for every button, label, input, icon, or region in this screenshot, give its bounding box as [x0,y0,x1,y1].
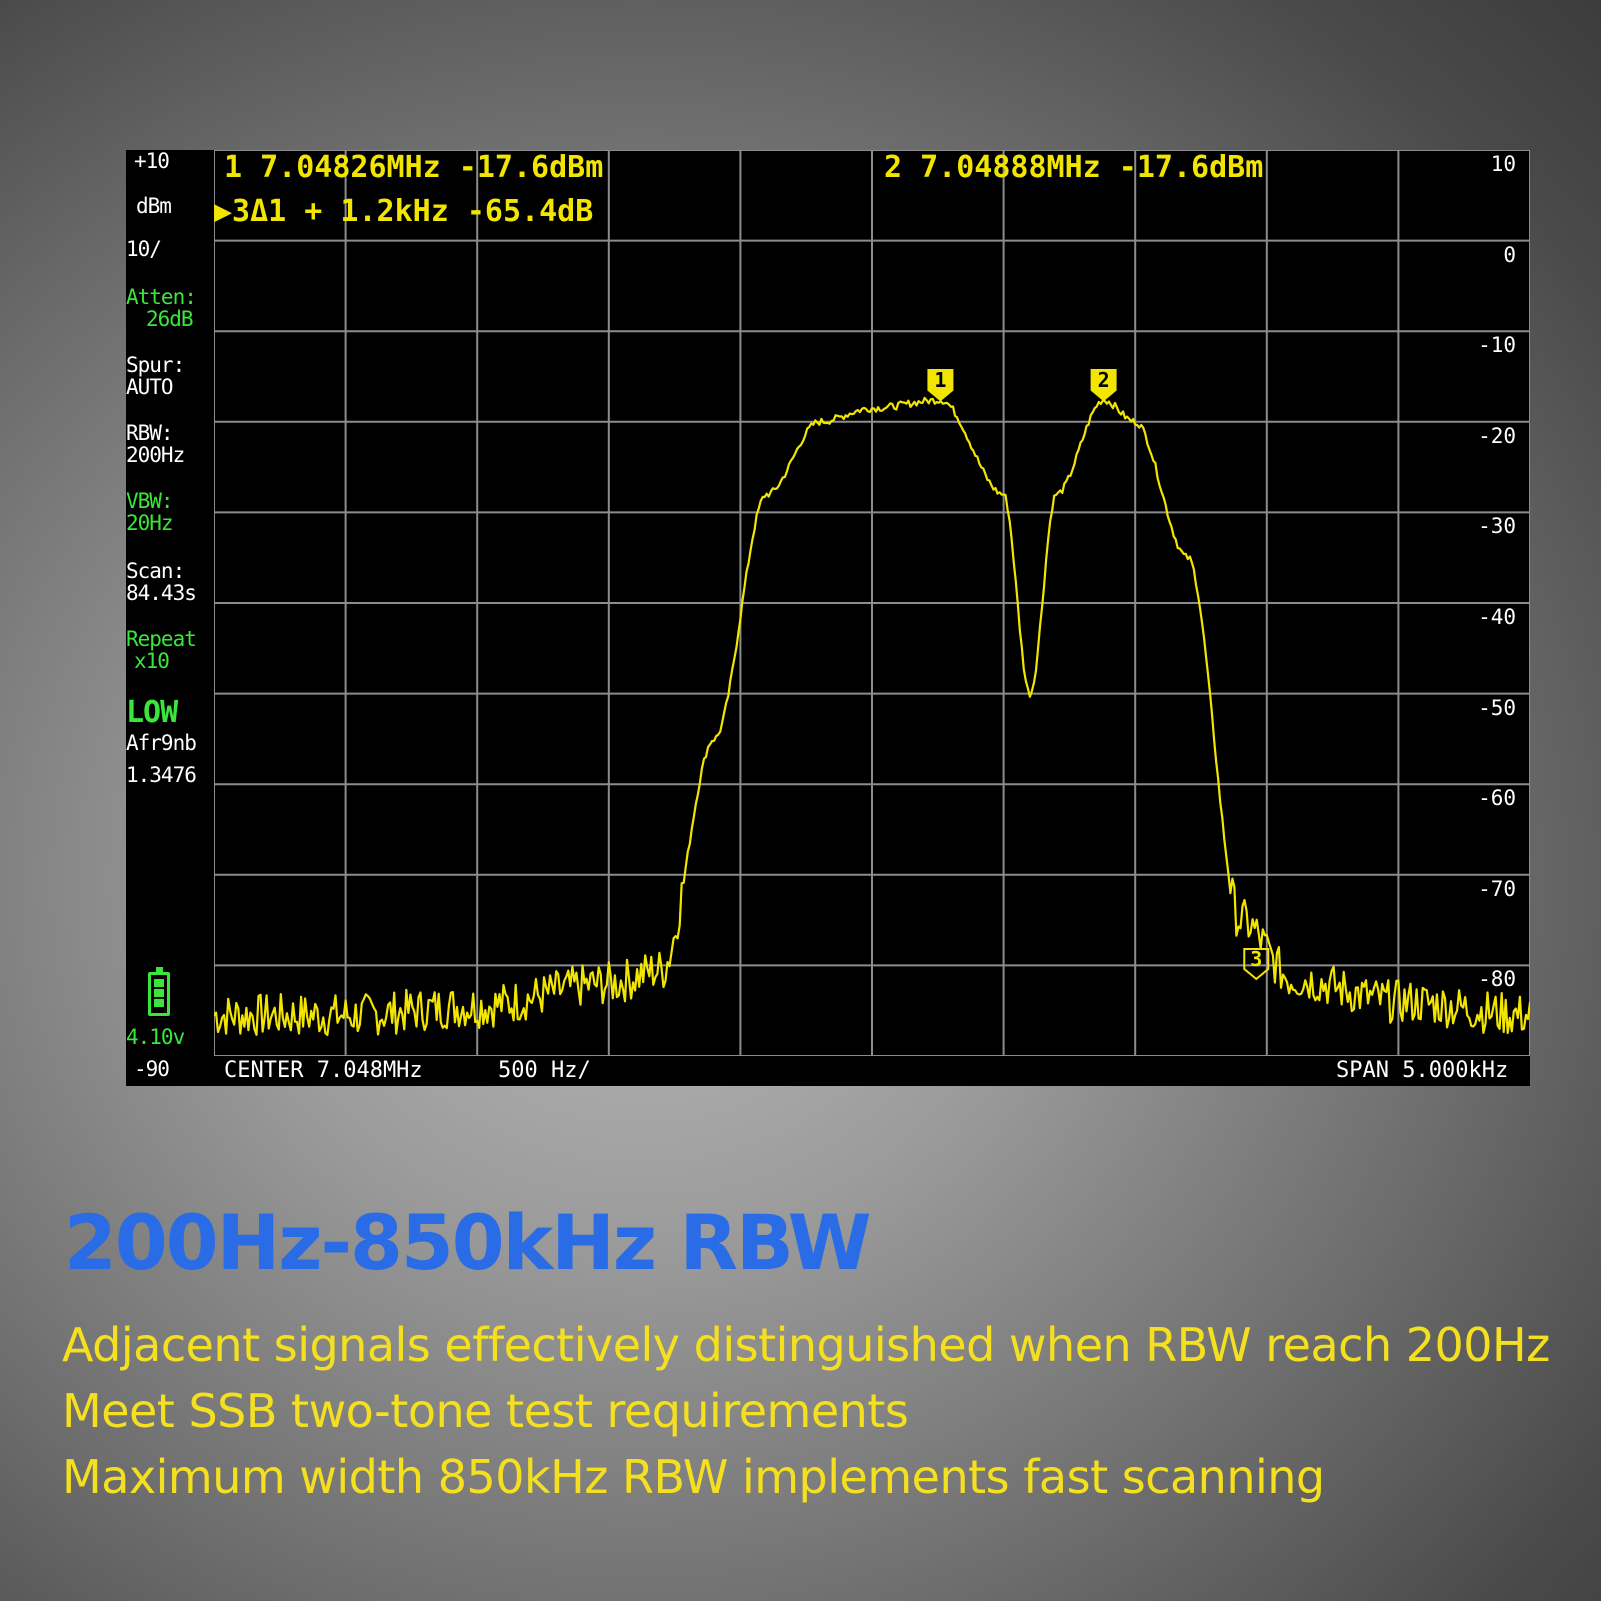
plot-grid [214,150,1530,1056]
y-tick-label: -80 [1478,967,1516,992]
vbw-value: 20Hz [126,511,174,535]
y-tick-label: -20 [1478,423,1516,448]
spur-label: Spur: [126,353,185,377]
spectrum-plot: 1 2 3 [214,150,1530,1056]
rbw-label: RBW: [126,421,174,445]
atten-label: Atten: [126,285,197,309]
marker2-readout: 2 7.04888MHz -17.6dBm [884,150,1264,185]
y-tick-label: -60 [1478,786,1516,811]
feature-line-3: Maximum width 850kHz RBW implements fast… [62,1450,1325,1504]
y-tick-label: -50 [1478,695,1516,720]
y-tick-label: -30 [1478,514,1516,539]
feature-line-1: Adjacent signals effectively distinguish… [62,1318,1550,1372]
y-tick-label: -40 [1478,605,1516,629]
battery-icon [148,967,170,1016]
ref-level-top: +10 [134,149,170,173]
scale-label: 10/ [126,237,162,261]
center-frequency: CENTER 7.048MHz [224,1058,423,1083]
afrgnb-value: 1.3476 [126,763,197,787]
vbw-label: VBW: [126,489,174,513]
y-tick-label: 10 [1490,152,1516,176]
marker-3: 3 [1243,947,1270,981]
repeat-value: x10 [134,649,170,673]
afrgnb-label: Afr9nb [126,731,197,755]
scan-label: Scan: [126,559,185,583]
y-tick-label: -10 [1478,333,1516,358]
marker-number: 2 [1098,368,1110,392]
mode-indicator: LOW [126,695,178,730]
battery-voltage: 4.10v [126,1025,185,1049]
ref-level-bottom: -90 [134,1057,170,1081]
delta-readout: ▶3Δ1 + 1.2kHz -65.4dB [214,194,594,229]
feature-line-2: Meet SSB two-tone test requirements [62,1384,909,1438]
unit-label: dBm [136,194,172,218]
headline: 200Hz-850kHz RBW [64,1198,872,1287]
marker1-readout: 1 7.04826MHz -17.6dBm [224,150,604,185]
spectrum-analyzer-screen: +10 dBm 10/ Atten: 26dB Spur: AUTO RBW: … [126,150,1530,1086]
marker-number: 3 [1250,947,1262,971]
marker-group: 1 2 3 [927,368,1270,981]
scan-value: 84.43s [126,581,197,605]
rbw-value: 200Hz [126,443,185,467]
y-tick-label: 0 [1503,242,1516,267]
y-tick-label: -70 [1478,876,1516,901]
span-frequency: SPAN 5.000kHz [1336,1058,1509,1083]
marker-2: 2 [1090,368,1117,402]
marker-number: 1 [934,368,946,392]
marker-1: 1 [927,368,954,402]
repeat-label: Repeat [126,627,197,651]
spur-value: AUTO [126,375,174,399]
per-division: 500 Hz/ [498,1058,591,1083]
atten-value: 26dB [146,307,194,331]
